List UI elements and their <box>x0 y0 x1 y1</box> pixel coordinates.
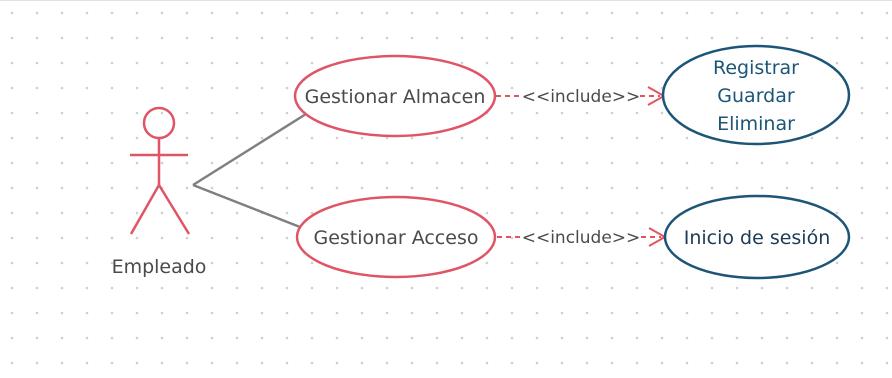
include-label-1: <<include>> <box>522 87 641 107</box>
use-case-gestionar-almacen[interactable]: Gestionar Almacen <box>293 54 497 138</box>
use-case-label: Gestionar Acceso <box>314 227 479 249</box>
use-case-label-line-3: Eliminar <box>717 113 795 135</box>
use-case-gestionar-acceso[interactable]: Gestionar Acceso <box>295 195 497 279</box>
use-case-diagram: Empleado <<include>> <<include>> Gestion… <box>0 1 892 378</box>
use-case-label: Gestionar Almacen <box>305 86 486 108</box>
use-case-registrar-guardar-eliminar[interactable]: Registrar Guardar Eliminar <box>661 44 851 146</box>
use-case-label: Inicio de sesión <box>684 227 831 249</box>
use-case-inicio-de-sesion[interactable]: Inicio de sesión <box>663 194 851 280</box>
use-case-label-line-1: Registrar <box>713 57 799 79</box>
diagram-canvas: Empleado <<include>> <<include>> Gestion… <box>0 0 892 378</box>
include-label-2: <<include>> <box>522 228 641 248</box>
use-case-label-line-2: Guardar <box>717 85 795 107</box>
actor-name: Empleado <box>112 256 207 278</box>
